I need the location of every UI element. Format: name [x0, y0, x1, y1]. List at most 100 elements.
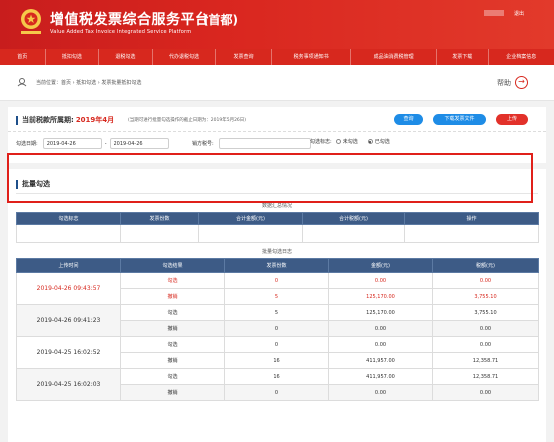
divider: [8, 131, 546, 132]
amount-cell: 0.00: [329, 321, 433, 337]
result-cell: 撤销: [121, 353, 225, 369]
date-filter: 勾选日期: -: [16, 138, 169, 149]
nav-item-oil-tax[interactable]: 成品油消费税管理: [351, 49, 437, 65]
result-cell: 勾选: [121, 273, 225, 289]
flag-filter: 勾选标志: 未勾选 已勾选: [310, 138, 390, 145]
breadcrumb-bar: 当前位置：首页 › 抵扣勾选 › 发票批量抵扣勾选 帮助 →: [0, 65, 554, 101]
flag-label: 勾选标志:: [310, 138, 332, 145]
section-marker: [16, 116, 18, 125]
table-cell: [121, 225, 199, 243]
count-cell: 0: [225, 273, 329, 289]
seller-label: 销方税号:: [192, 140, 214, 147]
amount-cell: 411,957.00: [329, 353, 433, 369]
help-button[interactable]: 帮助 →: [497, 76, 528, 89]
column-header: 勾选标志: [17, 213, 121, 225]
main-nav: 首页 抵扣勾选 退税勾选 代办退税勾选 发票查询 税务事项通知书 成品油消费税管…: [0, 49, 554, 65]
upload-time-cell: 2019-04-25 16:02:52: [17, 337, 121, 369]
count-cell: 16: [225, 353, 329, 369]
amount-cell: 125,170.00: [329, 289, 433, 305]
tax-period: 当前税款所属期: 2019年4月: [16, 115, 114, 125]
tax-cell: 3,755.10: [433, 289, 539, 305]
result-cell: 勾选: [121, 305, 225, 321]
tax-cell: 12,358.71: [433, 353, 539, 369]
query-button[interactable]: 查询: [394, 114, 423, 125]
table-row: 2019-04-25 16:02:52 勾选 0 0.00 0.00: [17, 337, 539, 353]
nav-item-invoice-download[interactable]: 发票下载: [437, 49, 489, 65]
divider: [16, 193, 538, 194]
tax-period-note: (当期可进行批量勾选操作的截止日期为：2019年5月26日): [128, 117, 246, 123]
table-row: 2019-04-26 09:43:57 勾选 0 0.00 0.00: [17, 273, 539, 289]
column-header: 税额(元): [433, 259, 539, 273]
upload-button[interactable]: 上传: [496, 114, 528, 125]
result-cell: 撤销: [121, 385, 225, 401]
radio-checked[interactable]: [368, 139, 373, 144]
table-cell: [199, 225, 303, 243]
tax-period-value: 2019年4月: [76, 115, 114, 125]
nav-item-agent-refund[interactable]: 代办退税勾选: [153, 49, 217, 65]
nav-item-company-profile[interactable]: 企业档案信息: [489, 49, 554, 65]
table-row: 2019-04-26 09:41:23 勾选 5 125,170.00 3,75…: [17, 305, 539, 321]
user-name-box: [484, 10, 504, 16]
result-cell: 勾选: [121, 337, 225, 353]
column-header: 上传时间: [17, 259, 121, 273]
nav-item-refund[interactable]: 退税勾选: [99, 49, 153, 65]
app-header: 增值税发票综合服务平台 (首都) Value Added Tax Invoice…: [0, 0, 554, 49]
nav-item-deduction[interactable]: 抵扣勾选: [46, 49, 100, 65]
summary-caption: 数据汇总情况: [8, 202, 546, 209]
column-header: 发票份数: [121, 213, 199, 225]
summary-header-row: 勾选标志 发票份数 合计金额(元) 合计税额(元) 操作: [17, 213, 539, 225]
nav-item-tax-notice[interactable]: 税务事项通知书: [272, 49, 352, 65]
app-subtitle: Value Added Tax Invoice Integrated Servi…: [50, 29, 191, 35]
download-invoice-button[interactable]: 下载发票文件: [433, 114, 486, 125]
column-header: 金额(元): [329, 259, 433, 273]
result-cell: 撤销: [121, 321, 225, 337]
summary-table: 勾选标志 发票份数 合计金额(元) 合计税额(元) 操作: [16, 212, 539, 243]
tax-cell: 0.00: [433, 321, 539, 337]
count-cell: 0: [225, 337, 329, 353]
upload-time-cell: 2019-04-26 09:43:57: [17, 273, 121, 305]
seller-tax-id-input[interactable]: [219, 138, 311, 149]
log-header-row: 上传时间 勾选结果 发票份数 金额(元) 税额(元): [17, 259, 539, 273]
upload-time-cell: 2019-04-25 16:02:03: [17, 369, 121, 401]
date-label: 勾选日期:: [16, 140, 38, 147]
log-caption: 批量勾选日志: [8, 248, 546, 255]
count-cell: 5: [225, 305, 329, 321]
upload-time-cell: 2019-04-26 09:41:23: [17, 305, 121, 337]
help-label: 帮助: [497, 78, 511, 88]
batch-panel: 批量勾选 数据汇总情况 勾选标志 发票份数 合计金额(元) 合计税额(元) 操作…: [8, 169, 546, 442]
logout-link[interactable]: 退出: [514, 10, 524, 17]
tax-cell: 0.00: [433, 337, 539, 353]
seller-filter: 销方税号:: [192, 138, 311, 149]
section-title-text: 批量勾选: [22, 179, 50, 189]
location-icon: [17, 77, 27, 87]
date-from-input[interactable]: [43, 138, 102, 149]
count-cell: 16: [225, 369, 329, 385]
tax-period-label: 当前税款所属期:: [22, 115, 74, 125]
radio-unchecked[interactable]: [336, 139, 341, 144]
arrow-right-icon: →: [515, 76, 528, 89]
table-cell: [303, 225, 405, 243]
column-header: 勾选结果: [121, 259, 225, 273]
nav-item-home[interactable]: 首页: [0, 49, 46, 65]
amount-cell: 0.00: [329, 385, 433, 401]
tax-cell: 0.00: [433, 385, 539, 401]
table-row: 2019-04-25 16:02:03 勾选 16 411,957.00 12,…: [17, 369, 539, 385]
amount-cell: 0.00: [329, 273, 433, 289]
count-cell: 5: [225, 289, 329, 305]
tax-emblem-logo: [18, 7, 44, 37]
radio-checked-label: 已勾选: [375, 138, 390, 145]
count-cell: 0: [225, 321, 329, 337]
column-header: 操作: [405, 213, 539, 225]
column-header: 合计金额(元): [199, 213, 303, 225]
log-table: 上传时间 勾选结果 发票份数 金额(元) 税额(元) 2019-04-26 09…: [16, 258, 539, 401]
table-cell: [405, 225, 539, 243]
date-separator: -: [105, 141, 107, 147]
breadcrumb: 当前位置：首页 › 抵扣勾选 › 发票批量抵扣勾选: [36, 79, 141, 86]
date-to-input[interactable]: [110, 138, 169, 149]
count-cell: 0: [225, 385, 329, 401]
nav-item-invoice-query[interactable]: 发票查询: [216, 49, 272, 65]
table-row: [17, 225, 539, 243]
app-title: 增值税发票综合服务平台: [50, 9, 210, 29]
amount-cell: 411,957.00: [329, 369, 433, 385]
result-cell: 勾选: [121, 369, 225, 385]
